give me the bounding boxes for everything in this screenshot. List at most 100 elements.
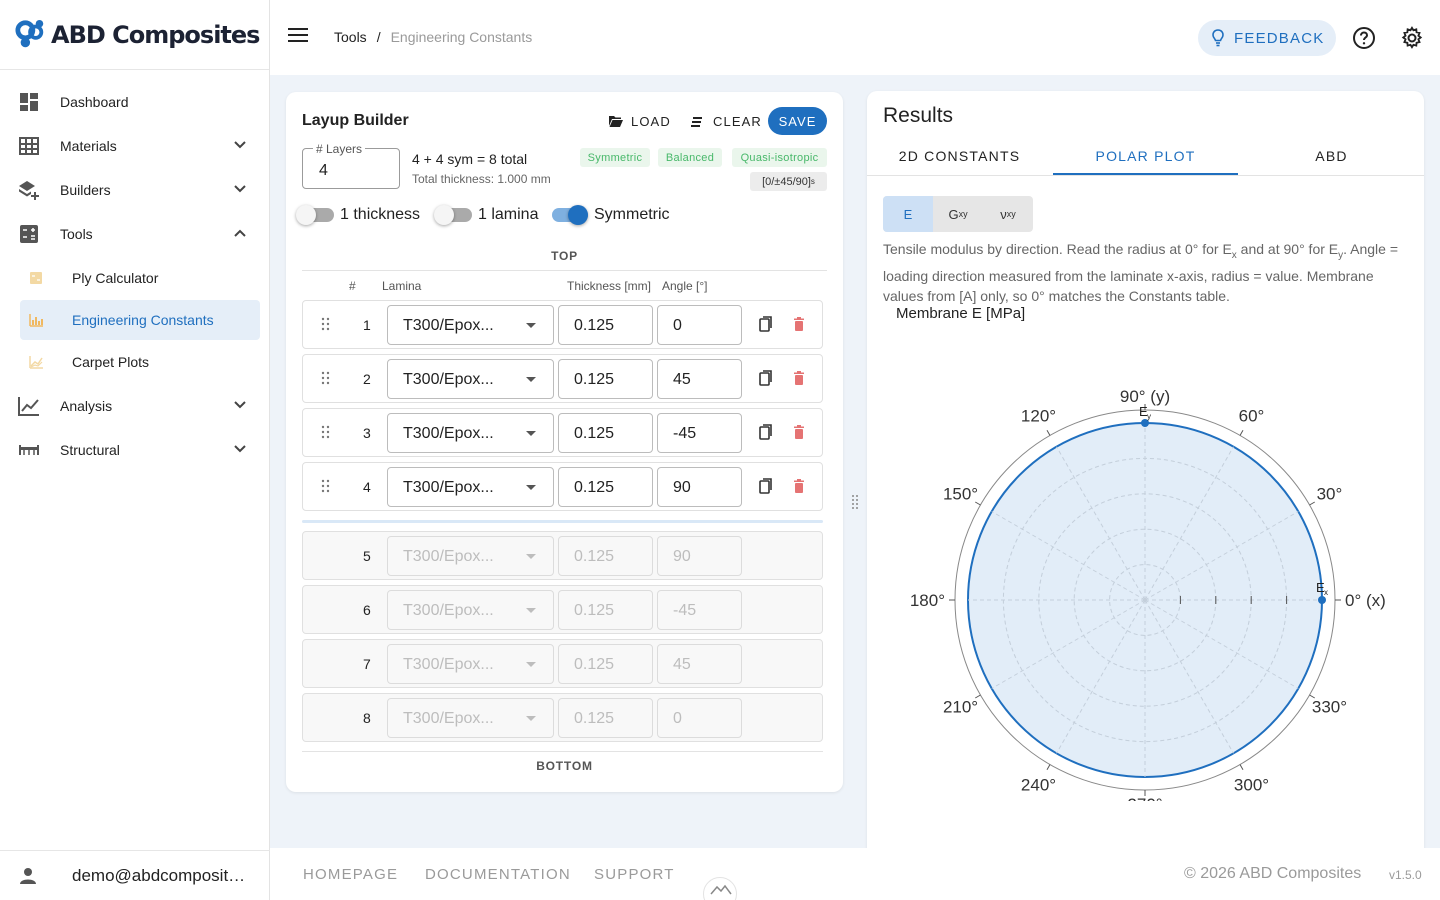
sidebar-item-tools[interactable]: Tools [0,212,269,256]
lamina-select[interactable]: T300/Epox... [387,359,554,399]
lamina-select[interactable]: T300/Epox... [387,305,554,345]
logo[interactable]: ABD Composites [0,0,269,70]
angle-label: 180° [910,591,945,610]
lamina-value: T300/Epox... [403,479,494,496]
angle-input[interactable]: 45 [657,359,742,399]
gear-icon[interactable] [1400,26,1424,50]
ply-number: 1 [363,317,371,333]
segment-nuxy[interactable]: ν xy [983,196,1033,232]
ply-row[interactable]: 3 T300/Epox... 0.125 -45 [302,408,823,457]
clear-button[interactable]: CLEAR [691,114,762,129]
sidebar-item-carpet-plots[interactable]: Carpet Plots [20,342,260,382]
drag-handle-icon[interactable] [321,317,331,331]
layers-count-field[interactable]: # Layers 4 [302,142,400,189]
menu-icon[interactable] [288,27,308,43]
sidebar-item-label: Carpet Plots [72,354,150,370]
column-header-lamina: Lamina [382,279,422,293]
lamina-select[interactable]: T300/Epox... [387,467,554,507]
layup-summary: 4 + 4 sym = 8 total [412,151,528,167]
tab-abd[interactable]: ABD [1239,148,1424,175]
thickness-input[interactable]: 0.125 [558,305,653,345]
calculator-icon [18,223,40,245]
layup-code-sub: s [810,177,815,186]
load-label: LOAD [631,114,671,129]
sidebar-item-ply-calculator[interactable]: Ply Calculator [20,258,260,298]
user-account[interactable]: demo@abdcomposites.com [0,850,270,900]
feedback-button[interactable]: FEEDBACK [1198,20,1336,56]
sidebar-item-label: Analysis [60,398,113,414]
thickness-input[interactable]: 0.125 [558,359,653,399]
sidebar-item-structural[interactable]: Structural [0,428,269,472]
save-button[interactable]: SAVE [768,107,827,135]
footer-link-support[interactable]: SUPPORT [594,866,675,883]
dashboard-icon [18,91,40,113]
copy-icon[interactable] [759,478,773,494]
copy-icon[interactable] [759,370,773,386]
ply-row[interactable]: 2 T300/Epox... 0.125 45 [302,354,823,403]
sidebar-item-dashboard[interactable]: Dashboard [0,80,269,124]
drag-handle-icon[interactable] [321,371,331,385]
delete-icon[interactable] [793,371,805,385]
mountain-icon [710,884,732,895]
drag-handle-icon[interactable] [321,479,331,493]
bar-chart-icon [29,314,43,327]
chevron-down-icon [234,445,246,453]
copy-icon[interactable] [759,316,773,332]
toggle-one-lamina[interactable]: 1 lamina [434,205,538,225]
tab-polar-plot[interactable]: POLAR PLOT [1053,148,1238,175]
angle-label: 60° [1239,407,1265,426]
tab-2d-constants[interactable]: 2D CONSTANTS [867,148,1052,175]
angle-tick [1046,430,1051,436]
ply-number: 3 [363,425,371,441]
thickness-input[interactable]: 0.125 [558,413,653,453]
angle-label: 330° [1312,698,1347,717]
column-header-angle: Angle [°] [662,279,708,293]
delete-icon[interactable] [793,479,805,493]
delete-icon[interactable] [793,317,805,331]
sidebar-item-materials[interactable]: Materials [0,124,269,168]
angle-input[interactable]: -45 [657,413,742,453]
mirrored-ply-row: 8 T300/Epox... 0.125 0 [302,693,823,742]
lamina-select[interactable]: T300/Epox... [387,413,554,453]
angle-input[interactable]: 0 [657,305,742,345]
drag-handle-icon[interactable] [321,425,331,439]
toggle-track [434,205,472,225]
app-version: v1.5.0 [1389,868,1422,882]
chevron-down-icon [234,401,246,409]
toggle-one-thickness[interactable]: 1 thickness [296,205,420,225]
segment-gxy[interactable]: Gxy [933,196,983,232]
sidebar-item-analysis[interactable]: Analysis [0,384,269,428]
dropdown-arrow-icon [526,377,536,382]
footer-link-documentation[interactable]: DOCUMENTATION [425,866,571,883]
mirrored-ply-row: 7 T300/Epox... 0.125 45 [302,639,823,688]
main-content: Layup Builder LOAD CLEAR SAVE # Layers 4… [270,75,1440,851]
ply-number: 8 [363,710,371,726]
ply-row[interactable]: 1 T300/Epox... 0.125 0 [302,300,823,349]
tabs-divider [867,175,1424,176]
ply-row[interactable]: 4 T300/Epox... 0.125 90 [302,462,823,511]
drag-handle-icon[interactable] [851,494,859,512]
copy-icon[interactable] [759,424,773,440]
angle-input[interactable]: 90 [657,467,742,507]
user-email: demo@abdcomposites.com [72,865,252,885]
lamina-select: T300/Epox... [387,590,554,630]
thickness-input[interactable]: 0.125 [558,467,653,507]
help-icon[interactable] [1352,26,1376,50]
breadcrumb-tools[interactable]: Tools [334,29,367,45]
toggle-symmetric[interactable]: Symmetric [552,205,670,225]
lamina-value: T300/Epox... [403,710,494,727]
copyright: © 2026 ABD Composites [1184,865,1362,882]
scroll-top-button[interactable] [703,877,737,900]
calculator-small-icon [30,272,42,284]
ply-number: 7 [363,656,371,672]
angle-input: 45 [657,644,742,684]
delete-icon[interactable] [793,425,805,439]
lamina-value: T300/Epox... [403,317,494,334]
chip-quasi-isotropic: Quasi-isotropic [732,148,827,167]
logo-icon [15,19,44,47]
segment-e[interactable]: E [883,196,933,232]
sidebar-item-engineering-constants[interactable]: Engineering Constants [20,300,260,340]
footer-link-homepage[interactable]: HOMEPAGE [303,866,398,883]
sidebar-item-builders[interactable]: Builders [0,168,269,212]
load-button[interactable]: LOAD [609,114,671,129]
